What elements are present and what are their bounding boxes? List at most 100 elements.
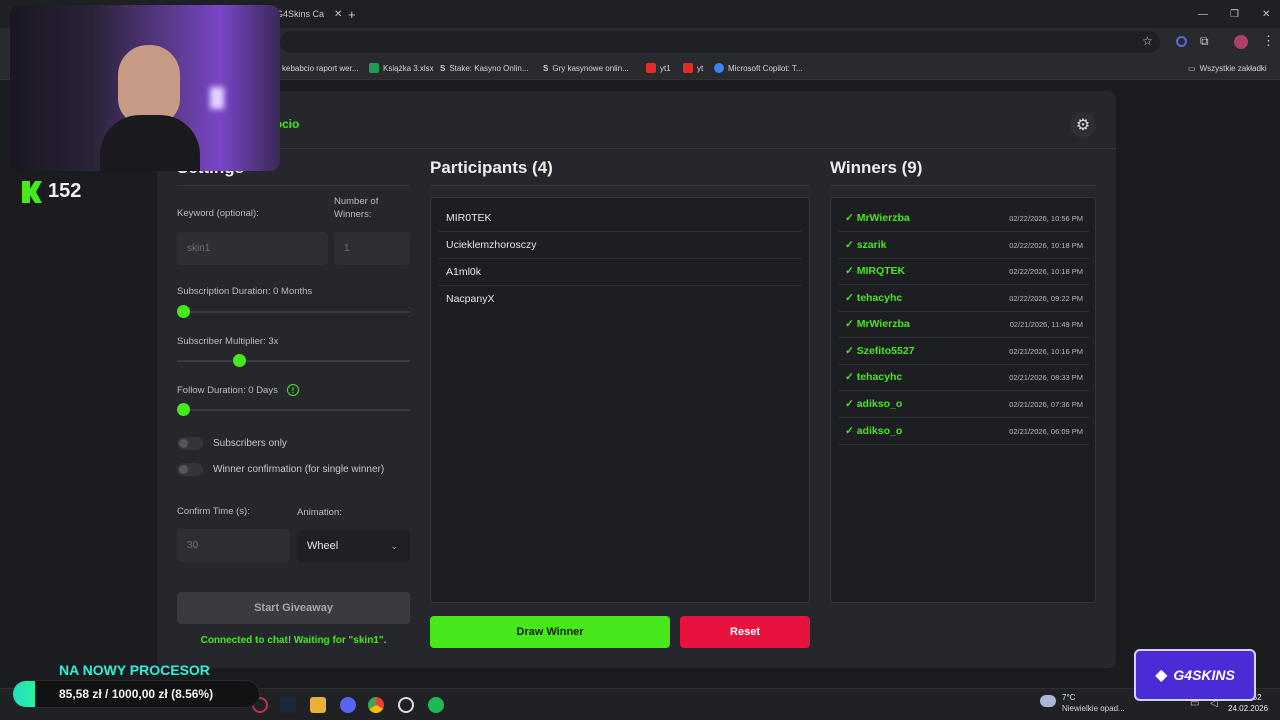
weather-temp[interactable]: 7°C [1062, 693, 1075, 702]
follow-duration-label: Follow Duration: 0 Days [177, 385, 278, 396]
goal-progress-text: 85,58 zł / 1000,00 zł (8.56%) [59, 687, 214, 701]
obs-icon[interactable] [398, 697, 414, 713]
stake-icon: S [543, 63, 549, 73]
weather-desc[interactable]: Niewielkie opad... [1062, 704, 1125, 713]
confirm-time-label: Confirm Time (s): [177, 506, 250, 517]
draw-winner-button[interactable]: Draw Winner [430, 616, 670, 648]
winner-row: ✓ adikso_o 02/21/2026, 06:09 PM [839, 418, 1089, 445]
divider [430, 185, 810, 186]
goal-progress-bar: 85,58 zł / 1000,00 zł (8.56%) [12, 680, 260, 708]
keyword-input[interactable]: skin1 [177, 232, 328, 265]
winner-date: 02/21/2026, 10:16 PM [1009, 346, 1083, 356]
confirm-time-input[interactable]: 30 [177, 529, 290, 562]
extensions-puzzle-icon[interactable]: ⧉ [1200, 34, 1209, 49]
winner-row: ✓ MrWierzba 02/21/2026, 11:49 PM [839, 311, 1089, 338]
maximize-icon[interactable]: ❐ [1230, 2, 1239, 26]
check-icon: ✓ [845, 318, 857, 330]
folder-icon: ▭ [1188, 63, 1196, 73]
reset-button[interactable]: Reset [680, 616, 810, 648]
file-explorer-icon[interactable] [310, 697, 326, 713]
winners-count-input[interactable]: 1 [334, 232, 410, 265]
all-bookmarks[interactable]: ▭ Wszystkie zakładki [1188, 60, 1267, 76]
winner-name: ✓ adikso_o [845, 425, 903, 437]
winner-name: ✓ adikso_o [845, 398, 903, 410]
url-field[interactable] [280, 31, 1160, 53]
star-icon[interactable]: ☆ [1142, 34, 1153, 48]
extension-icon[interactable] [1176, 36, 1187, 47]
winner-row: ✓ tehacyhc 02/21/2026, 08:33 PM [839, 364, 1089, 391]
bookmark-item[interactable]: yt [683, 60, 703, 76]
subscribers-only-toggle[interactable] [177, 437, 203, 450]
bookmark-item[interactable]: S Gry kasynowe onlin... [543, 60, 629, 76]
check-icon: ✓ [845, 239, 857, 251]
check-icon: ✓ [845, 212, 857, 224]
winner-name: ✓ MrWierzba [845, 318, 910, 330]
participant-row: Ucieklemzhorosczy [439, 232, 801, 259]
spotify-icon[interactable] [428, 697, 444, 713]
window-close-icon[interactable]: ✕ [1262, 2, 1270, 26]
logo-text: G4SKINS [1173, 667, 1235, 683]
webcam-overlay [10, 5, 280, 171]
excel-icon [369, 63, 379, 73]
participants-list: MIR0TEK Ucieklemzhorosczy A1ml0k Nacpany… [430, 197, 810, 603]
stake-icon: S [440, 63, 446, 73]
winner-name: ✓ Szefito5527 [845, 345, 915, 357]
check-icon: ✓ [845, 345, 857, 357]
youtube-icon [646, 63, 656, 73]
discord-icon[interactable] [340, 697, 356, 713]
winners-title: Winners (9) [830, 158, 923, 177]
kick-count: 152 [48, 180, 82, 202]
animation-select[interactable]: Wheel ⌄ [297, 530, 410, 562]
clock-date[interactable]: 24.02.2026 [1228, 704, 1268, 713]
tab-title: G4Skins Ca [276, 9, 325, 19]
winner-date: 02/22/2026, 09:22 PM [1009, 293, 1083, 303]
chrome-icon[interactable] [368, 697, 384, 713]
chevron-down-icon: ⌄ [390, 540, 398, 551]
check-icon: ✓ [845, 265, 857, 277]
copilot-icon [714, 63, 724, 73]
check-icon: ✓ [845, 398, 857, 410]
subscriber-multiplier-slider[interactable] [177, 360, 410, 362]
new-tab-button[interactable]: + [348, 2, 356, 26]
bookmark-item[interactable]: yt1 [646, 60, 671, 76]
tiger-icon: ◆ [1155, 667, 1168, 684]
keyword-label: Keyword (optional): [177, 208, 259, 219]
winner-name: ✓ tehacyhc [845, 371, 903, 383]
info-icon[interactable]: ! [287, 384, 299, 396]
profile-avatar[interactable] [1234, 35, 1248, 49]
settings-gear-icon[interactable]: ⚙ [1070, 112, 1096, 138]
follow-duration-slider[interactable] [177, 409, 410, 411]
minimize-icon[interactable]: — [1198, 2, 1208, 26]
bookmark-item[interactable]: Książka 3.xlsx [369, 60, 434, 76]
bookmark-item[interactable]: S Stake: Kasyno Onlin... [440, 60, 529, 76]
slider-thumb[interactable] [232, 354, 246, 367]
check-icon: ✓ [845, 292, 857, 304]
close-tab-icon[interactable]: ✕ [334, 9, 342, 20]
winner-row: ✓ adikso_o 02/21/2026, 07:36 PM [839, 391, 1089, 418]
winner-row: ✓ tehacyhc 02/22/2026, 09:22 PM [839, 285, 1089, 312]
bookmark-item[interactable]: kebabcio raport wer... [282, 60, 358, 76]
winner-date: 02/21/2026, 06:09 PM [1009, 426, 1083, 436]
bookmark-item[interactable]: Microsoft Copilot: T... [714, 60, 803, 76]
winner-row: ✓ MrWierzba 02/22/2026, 10:56 PM [839, 205, 1089, 232]
slider-thumb[interactable] [177, 305, 190, 318]
subscription-duration-slider[interactable] [177, 311, 410, 313]
divider [177, 185, 410, 186]
divider [830, 185, 1096, 186]
menu-kebab-icon[interactable]: ⋮ [1262, 33, 1275, 49]
animation-value: Wheel [307, 540, 339, 552]
winner-confirmation-toggle[interactable] [177, 463, 203, 476]
winner-name: ✓ MrWierzba [845, 212, 910, 224]
start-giveaway-button[interactable]: Start Giveaway [177, 592, 410, 624]
shirt-shape [100, 115, 200, 171]
steam-icon[interactable] [280, 697, 296, 713]
check-icon: ✓ [845, 425, 857, 437]
subscribers-only-label: Subscribers only [213, 438, 287, 449]
participant-row: A1ml0k [439, 259, 801, 286]
winner-date: 02/21/2026, 08:33 PM [1009, 372, 1083, 382]
winner-row: ✓ Szefito5527 02/21/2026, 10:16 PM [839, 338, 1089, 365]
lamp-light [210, 87, 224, 109]
browser-tab[interactable]: G4Skins Ca ✕ [276, 2, 342, 26]
slider-thumb[interactable] [177, 403, 190, 416]
animation-label: Animation: [297, 507, 342, 518]
